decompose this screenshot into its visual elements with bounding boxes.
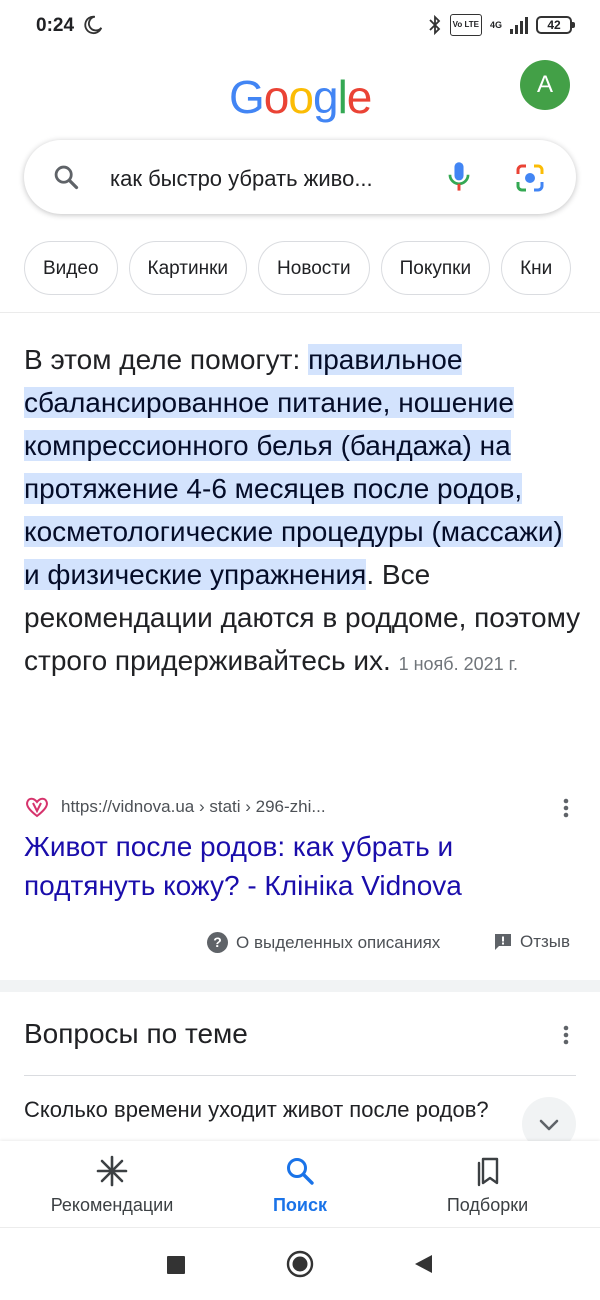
nav-label: Рекомендации <box>50 1195 174 1215</box>
logo-letter: o <box>263 71 290 123</box>
volte-icon: Vo LTE <box>449 14 482 36</box>
chip-news[interactable]: Новости <box>258 241 370 295</box>
search-filter-chips: Видео Картинки Новости Покупки Кни <box>24 241 572 297</box>
snippet-date: 1 нояб. 2021 г. <box>398 654 519 674</box>
system-navigation-bar <box>0 1227 600 1300</box>
recent-apps-icon[interactable] <box>166 1255 186 1275</box>
chip-books[interactable]: Кни <box>501 241 572 295</box>
search-icon <box>287 1158 314 1185</box>
logo-letter: e <box>346 71 373 123</box>
result-url[interactable]: https://vidnova.ua › stati › 296-zhi... <box>61 797 326 817</box>
search-input[interactable]: как быстро убрать живо... <box>110 166 420 192</box>
more-options-icon[interactable] <box>556 1022 576 1048</box>
battery-icon: 42 <box>536 16 575 34</box>
snippet-lead: В этом деле помогут: <box>24 344 309 375</box>
network-type: 4G <box>489 20 502 30</box>
more-options-icon[interactable] <box>556 796 576 820</box>
feedback-label: Отзыв <box>520 932 571 951</box>
divider <box>24 1075 576 1076</box>
result-source[interactable]: https://vidnova.ua › stati › 296-zhi... <box>24 792 576 822</box>
logo-letter: G <box>229 71 265 123</box>
microphone-icon[interactable] <box>444 160 474 194</box>
collections-icon <box>477 1157 498 1187</box>
featured-snippet-text: В этом деле помогут: правильное сбаланси… <box>24 338 584 686</box>
divider <box>0 312 600 313</box>
related-question-item[interactable]: Сколько времени уходит живот после родов… <box>24 1095 494 1141</box>
chip-shopping[interactable]: Покупки <box>380 241 491 295</box>
help-icon: ? <box>207 932 228 953</box>
search-box[interactable]: как быстро убрать живо... <box>24 140 576 214</box>
related-questions-title: Вопросы по теме <box>24 1018 248 1049</box>
about-label: О выделенных описаниях <box>236 932 441 952</box>
snippet-highlight: правильное сбалансированное питание, нош… <box>24 344 563 590</box>
back-icon[interactable] <box>412 1253 434 1275</box>
nav-label: Подборки <box>446 1195 529 1215</box>
feedback-icon <box>495 934 511 950</box>
logo-letter: o <box>288 71 314 123</box>
section-separator <box>0 980 600 992</box>
asterisk-icon <box>96 1155 128 1187</box>
about-featured-snippets-link[interactable]: ? О выделенных описаниях <box>207 932 440 953</box>
snippet-feedback-row: ? О выделенных описаниях Отзыв <box>0 928 600 958</box>
status-icons: Vo LTE 4G 42 <box>428 14 575 36</box>
home-icon[interactable] <box>286 1250 314 1278</box>
do-not-disturb-moon-icon <box>84 15 103 35</box>
account-avatar[interactable]: A <box>520 60 570 110</box>
search-icon[interactable] <box>52 163 80 191</box>
nav-collections[interactable]: Подборки <box>430 1155 545 1216</box>
nav-recommendations[interactable]: Рекомендации <box>38 1155 186 1216</box>
bluetooth-icon <box>428 14 440 36</box>
logo-letter: l <box>337 71 348 123</box>
logo-letter: g <box>312 71 339 123</box>
google-lens-icon[interactable] <box>514 162 546 194</box>
nav-label: Поиск <box>272 1195 328 1215</box>
status-bar: 0:24 Vo LTE 4G 42 <box>0 0 600 52</box>
result-title-link[interactable]: Живот после родов: как убрать и подтянут… <box>24 827 576 905</box>
feedback-link[interactable]: Отзыв <box>494 932 570 952</box>
chip-video[interactable]: Видео <box>24 241 118 295</box>
google-logo[interactable]: Google <box>229 70 373 124</box>
status-time: 0:24 <box>36 15 75 36</box>
chip-images[interactable]: Картинки <box>128 241 248 295</box>
nav-search[interactable]: Поиск <box>250 1155 350 1216</box>
bottom-navigation: Рекомендации Поиск Подборки <box>0 1141 600 1227</box>
signal-icon <box>510 16 528 34</box>
vidnova-favicon-icon <box>26 797 48 818</box>
